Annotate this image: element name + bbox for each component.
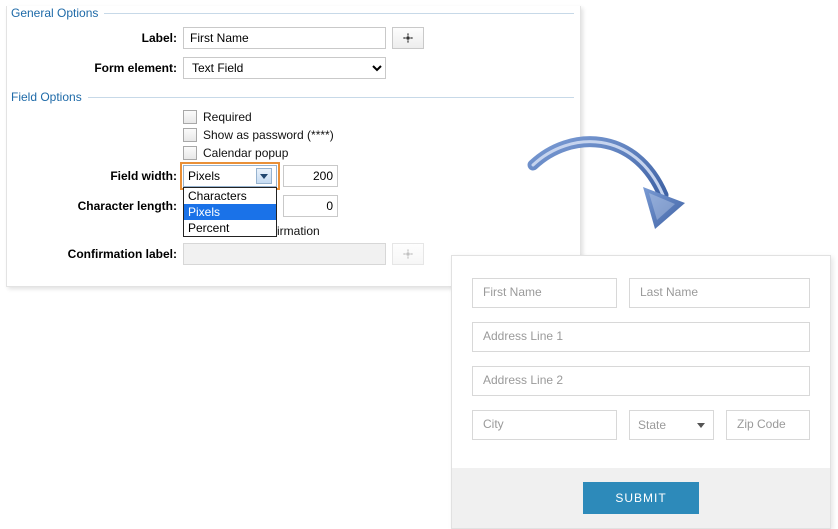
city-row: City State Zip Code: [472, 410, 810, 440]
state-select[interactable]: State: [629, 410, 714, 440]
form-element-row: Form element: Text Field: [13, 56, 574, 80]
crosshair-icon: [401, 31, 415, 45]
crosshair-icon: [401, 247, 415, 261]
confirmation-row: irmation: [277, 224, 574, 238]
last-name-field[interactable]: Last Name: [629, 278, 810, 308]
password-row: Show as password (****): [183, 128, 574, 142]
confirmation-label-caption: Confirmation label:: [13, 247, 183, 261]
field-width-select-wrap: Pixels Characters Pixels Percent: [183, 165, 277, 187]
calendar-checkbox[interactable]: [183, 146, 197, 160]
field-options-legend: Field Options: [11, 90, 88, 104]
chevron-down-icon: [256, 168, 272, 184]
field-width-option-characters[interactable]: Characters: [184, 188, 276, 204]
label-input[interactable]: [183, 27, 386, 49]
field-width-option-percent[interactable]: Percent: [184, 220, 276, 236]
confirmation-checkbox-suffix: irmation: [277, 224, 320, 238]
field-width-caption: Field width:: [13, 169, 183, 183]
required-row: Required: [183, 110, 574, 124]
required-label: Required: [203, 110, 252, 124]
form-element-select[interactable]: Text Field: [183, 57, 386, 79]
general-options-fieldset: General Options Label: Form element: Tex…: [13, 6, 574, 86]
name-row: First Name Last Name: [472, 278, 810, 308]
preview-body: First Name Last Name Address Line 1 Addr…: [452, 256, 830, 468]
calendar-row: Calendar popup: [183, 146, 574, 160]
char-length-row: Character length:: [13, 194, 574, 218]
required-checkbox[interactable]: [183, 110, 197, 124]
config-panel: General Options Label: Form element: Tex…: [6, 6, 581, 287]
field-width-value-input[interactable]: [283, 165, 338, 187]
password-checkbox[interactable]: [183, 128, 197, 142]
field-width-option-pixels[interactable]: Pixels: [184, 204, 276, 220]
addr2-row: Address Line 2: [472, 366, 810, 396]
calendar-label: Calendar popup: [203, 146, 288, 160]
form-element-caption: Form element:: [13, 61, 183, 75]
field-width-select-text: Pixels: [188, 169, 256, 183]
label-row: Label:: [13, 26, 574, 50]
char-length-input[interactable]: [283, 195, 338, 217]
confirmation-label-input: [183, 243, 386, 265]
chevron-down-icon: [697, 423, 705, 428]
address2-field[interactable]: Address Line 2: [472, 366, 810, 396]
addr1-row: Address Line 1: [472, 322, 810, 352]
zip-field[interactable]: Zip Code: [726, 410, 810, 440]
label-caption: Label:: [13, 31, 183, 45]
field-width-select[interactable]: Pixels: [183, 165, 277, 187]
first-name-field[interactable]: First Name: [472, 278, 617, 308]
field-width-row: Field width: Pixels Characters Pixels Pe…: [13, 164, 574, 188]
field-options-fieldset: Field Options Required Show as password …: [13, 90, 574, 272]
password-label: Show as password (****): [203, 128, 334, 142]
state-select-text: State: [638, 418, 666, 432]
confirmation-pick-button: [392, 243, 424, 265]
char-length-caption: Character length:: [13, 199, 183, 213]
preview-footer: SUBMIT: [452, 468, 830, 528]
address1-field[interactable]: Address Line 1: [472, 322, 810, 352]
preview-form: First Name Last Name Address Line 1 Addr…: [451, 255, 831, 529]
submit-button[interactable]: SUBMIT: [583, 482, 698, 514]
city-field[interactable]: City: [472, 410, 617, 440]
general-options-legend: General Options: [11, 6, 104, 20]
field-width-dropdown: Characters Pixels Percent: [183, 187, 277, 237]
pick-element-button[interactable]: [392, 27, 424, 49]
